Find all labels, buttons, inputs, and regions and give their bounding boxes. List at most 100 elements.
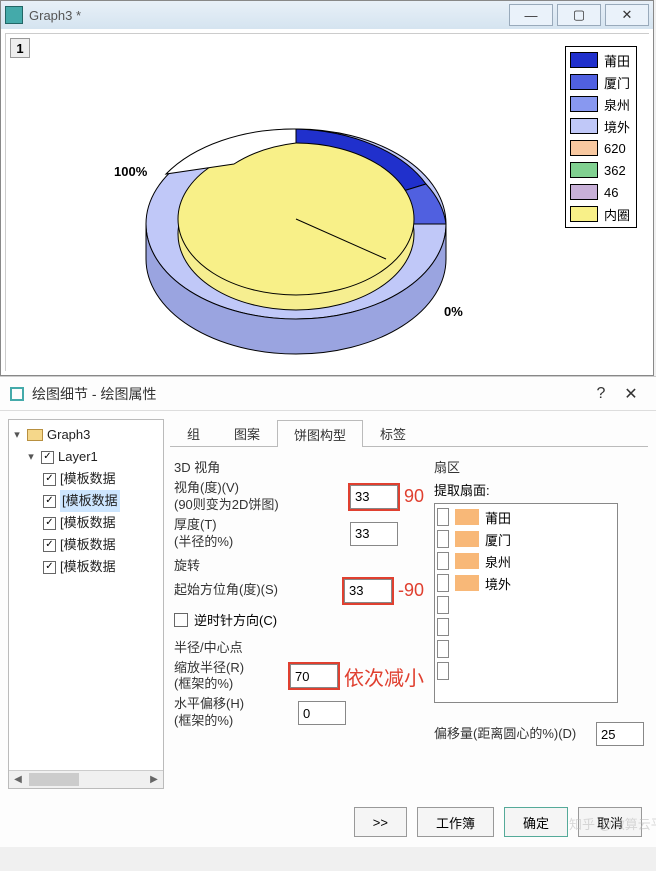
close-button[interactable]: ✕ xyxy=(605,4,649,26)
extract-checkbox[interactable] xyxy=(437,574,449,592)
tree-pane[interactable]: ▾Graph3▾✓Layer1✓[模板数据✓[模板数据✓[模板数据✓[模板数据✓… xyxy=(8,419,164,789)
tree-item[interactable]: [模板数据 xyxy=(60,534,116,556)
label-offset-d: 偏移量(距离圆心的%)(D) xyxy=(434,726,596,743)
tab-0[interactable]: 组 xyxy=(170,419,217,446)
tree-checkbox[interactable]: ✓ xyxy=(43,473,56,486)
label-thickness-sub: (半径的%) xyxy=(174,534,233,549)
legend-label: 境外 xyxy=(604,117,630,136)
legend-item[interactable]: 内圈 xyxy=(570,203,630,225)
layer-indicator[interactable]: 1 xyxy=(10,38,30,58)
tab-3[interactable]: 标签 xyxy=(363,419,423,446)
legend-item[interactable]: 泉州 xyxy=(570,93,630,115)
label-extract: 提取扇面: xyxy=(434,480,644,499)
tree-checkbox[interactable]: ✓ xyxy=(43,517,56,530)
tree-checkbox[interactable]: ✓ xyxy=(43,561,56,574)
graph-window: Graph3 * — ▢ ✕ 1 1 xyxy=(0,0,654,376)
h-offset-input[interactable] xyxy=(298,701,346,725)
legend-swatch xyxy=(570,52,598,68)
offset-d-input[interactable] xyxy=(596,722,644,746)
minimize-button[interactable]: — xyxy=(509,4,553,26)
app-icon xyxy=(5,6,23,24)
extract-checkbox[interactable] xyxy=(437,662,449,680)
legend-swatch xyxy=(570,184,598,200)
extract-label: 莆田 xyxy=(485,508,511,527)
scroll-left-icon[interactable]: ◀ xyxy=(9,771,27,788)
help-button[interactable]: ? xyxy=(586,385,616,403)
legend-item[interactable]: 362 xyxy=(570,159,630,181)
tree-root[interactable]: Graph3 xyxy=(47,424,90,446)
tree-item[interactable]: [模板数据 xyxy=(60,556,116,578)
expand-icon[interactable]: ▾ xyxy=(11,424,23,446)
extract-label: 泉州 xyxy=(485,552,511,571)
label-view-angle: 视角(度)(V) xyxy=(174,480,239,495)
tree-checkbox[interactable]: ✓ xyxy=(43,539,56,552)
extract-item[interactable]: 泉州 xyxy=(437,550,615,572)
label-h-offset-sub: (框架的%) xyxy=(174,713,233,728)
extract-list[interactable]: 莆田厦门泉州境外 xyxy=(434,503,618,703)
graph-canvas[interactable]: 1 100% 0% 莆田厦门泉州境外62036246内圈 xyxy=(5,33,649,371)
legend-label: 莆田 xyxy=(604,51,630,70)
ccw-checkbox[interactable] xyxy=(174,613,188,627)
label-h-offset: 水平偏移(H) xyxy=(174,696,244,711)
view-angle-input[interactable] xyxy=(350,485,398,509)
pie-chart xyxy=(126,84,466,364)
extract-checkbox[interactable] xyxy=(437,530,449,548)
legend-item[interactable]: 厦门 xyxy=(570,71,630,93)
tree-item[interactable]: [模板数据 xyxy=(60,468,116,490)
legend-item[interactable]: 境外 xyxy=(570,115,630,137)
more-button[interactable]: >> xyxy=(354,807,407,837)
legend-item[interactable]: 620 xyxy=(570,137,630,159)
legend-item[interactable]: 莆田 xyxy=(570,49,630,71)
legend-swatch xyxy=(570,206,598,222)
tree-checkbox[interactable]: ✓ xyxy=(41,451,54,464)
extract-label: 境外 xyxy=(485,574,511,593)
tab-1[interactable]: 图案 xyxy=(217,419,277,446)
tree-layer[interactable]: Layer1 xyxy=(58,446,98,468)
legend-label: 内圈 xyxy=(604,205,630,224)
tree-checkbox[interactable]: ✓ xyxy=(43,495,56,508)
label-view-angle-sub: (90则变为2D饼图) xyxy=(174,497,279,512)
extract-checkbox[interactable] xyxy=(437,552,449,570)
extract-item[interactable]: 厦门 xyxy=(437,528,615,550)
dialog-close-button[interactable]: ✕ xyxy=(616,384,646,404)
maximize-button[interactable]: ▢ xyxy=(557,4,601,26)
extract-item[interactable]: 莆田 xyxy=(437,506,615,528)
cancel-button[interactable]: 取消 知乎 @微算云平台 xyxy=(578,807,642,837)
extract-checkbox[interactable] xyxy=(437,640,449,658)
graph-titlebar[interactable]: Graph3 * — ▢ ✕ xyxy=(1,1,653,29)
scale-radius-input[interactable] xyxy=(290,664,338,688)
plot-details-dialog: 绘图细节 - 绘图属性 ? ✕ ▾Graph3▾✓Layer1✓[模板数据✓[模… xyxy=(0,376,656,847)
workbook-button[interactable]: 工作簿 xyxy=(417,807,494,837)
extract-item[interactable]: 境外 xyxy=(437,572,615,594)
expand-icon[interactable]: ▾ xyxy=(25,446,37,468)
legend-label: 厦门 xyxy=(604,73,630,92)
section-rotation: 旋转 xyxy=(174,555,424,574)
label-scale-radius-sub: (框架的%) xyxy=(174,676,233,691)
legend-label: 46 xyxy=(604,185,618,200)
folder-icon xyxy=(27,429,43,441)
legend-swatch xyxy=(570,118,598,134)
thickness-input[interactable] xyxy=(350,522,398,546)
extract-swatch xyxy=(455,553,479,569)
ok-button[interactable]: 确定 xyxy=(504,807,568,837)
tree-item[interactable]: [模板数据 xyxy=(60,512,116,534)
pie-label-0: 0% xyxy=(444,304,463,319)
tree-item[interactable]: [模板数据 xyxy=(60,490,120,512)
legend-label: 620 xyxy=(604,141,626,156)
legend-item[interactable]: 46 xyxy=(570,181,630,203)
scroll-thumb[interactable] xyxy=(29,773,79,786)
scroll-right-icon[interactable]: ▶ xyxy=(145,771,163,788)
tree-scrollbar[interactable]: ◀ ▶ xyxy=(9,770,163,788)
extract-checkbox[interactable] xyxy=(437,508,449,526)
legend[interactable]: 莆田厦门泉州境外 620 362 46 内圈 xyxy=(565,46,637,228)
legend-label: 362 xyxy=(604,163,626,178)
annotation-neg90: -90 xyxy=(398,580,424,601)
dialog-titlebar[interactable]: 绘图细节 - 绘图属性 ? ✕ xyxy=(0,377,656,411)
tab-2[interactable]: 饼图构型 xyxy=(277,420,363,447)
extract-checkbox[interactable] xyxy=(437,596,449,614)
graph-body: 1 100% 0% 莆田厦门泉州境外62036246内圈 xyxy=(1,29,653,375)
dialog-icon xyxy=(10,387,24,401)
start-azimuth-input[interactable] xyxy=(344,579,392,603)
tabs: 组图案饼图构型标签 xyxy=(170,419,648,447)
extract-checkbox[interactable] xyxy=(437,618,449,636)
